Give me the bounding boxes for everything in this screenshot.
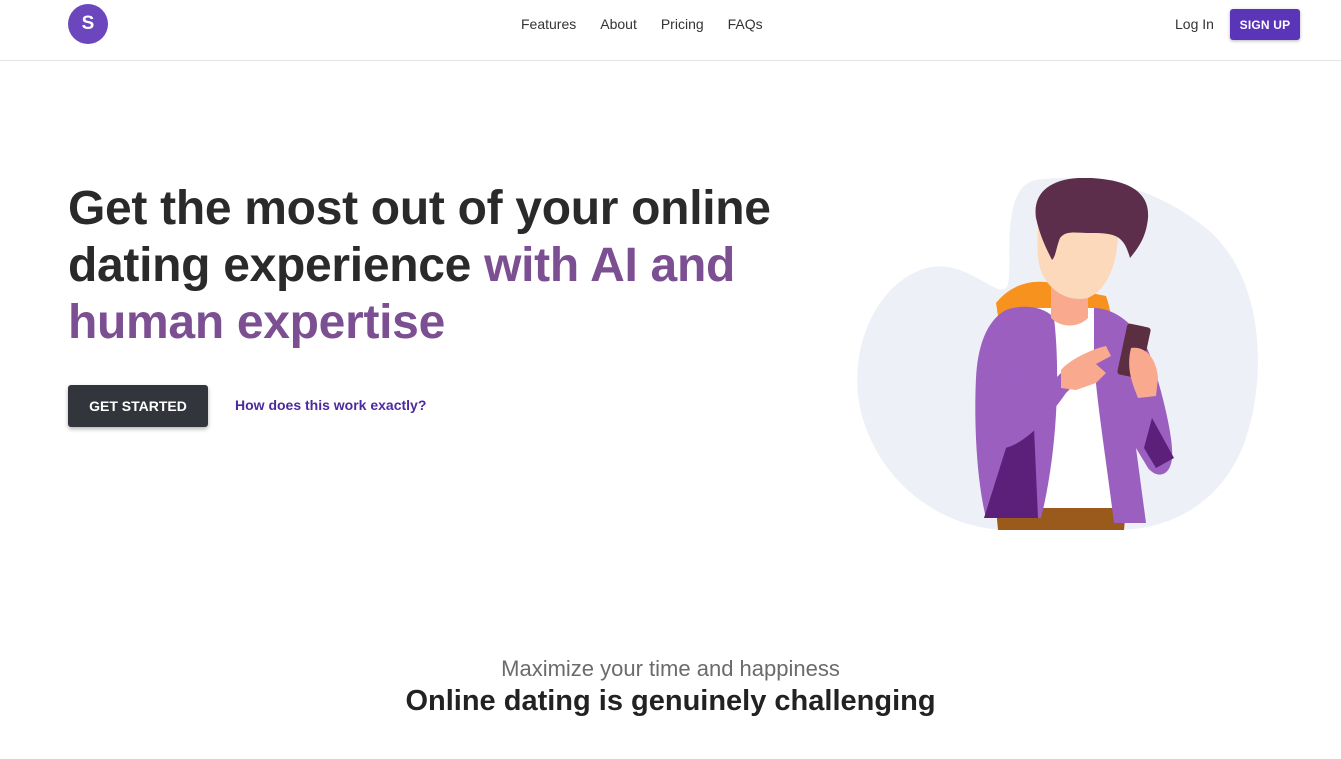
login-link[interactable]: Log In (1175, 16, 1214, 33)
nav-link-faqs[interactable]: FAQs (728, 16, 763, 33)
how-it-works-link[interactable]: How does this work exactly? (235, 397, 426, 414)
nav-link-pricing[interactable]: Pricing (661, 16, 704, 33)
nav-link-features[interactable]: Features (521, 16, 576, 33)
nav-links: Features About Pricing FAQs (521, 16, 787, 33)
section-title: Online dating is genuinely challenging (405, 685, 936, 717)
brand-logo[interactable]: S (68, 4, 108, 44)
top-navbar: S Features About Pricing FAQs Log In SIG… (0, 0, 1341, 61)
nav-link-about[interactable]: About (600, 16, 637, 33)
person-with-phone-illustration (857, 178, 1258, 530)
signup-button[interactable]: SIGN UP (1230, 9, 1300, 40)
get-started-button[interactable]: GET STARTED (68, 385, 208, 427)
hero-title: Get the most out of your online dating e… (68, 180, 788, 351)
section-subtitle: Maximize your time and happiness (501, 656, 840, 681)
